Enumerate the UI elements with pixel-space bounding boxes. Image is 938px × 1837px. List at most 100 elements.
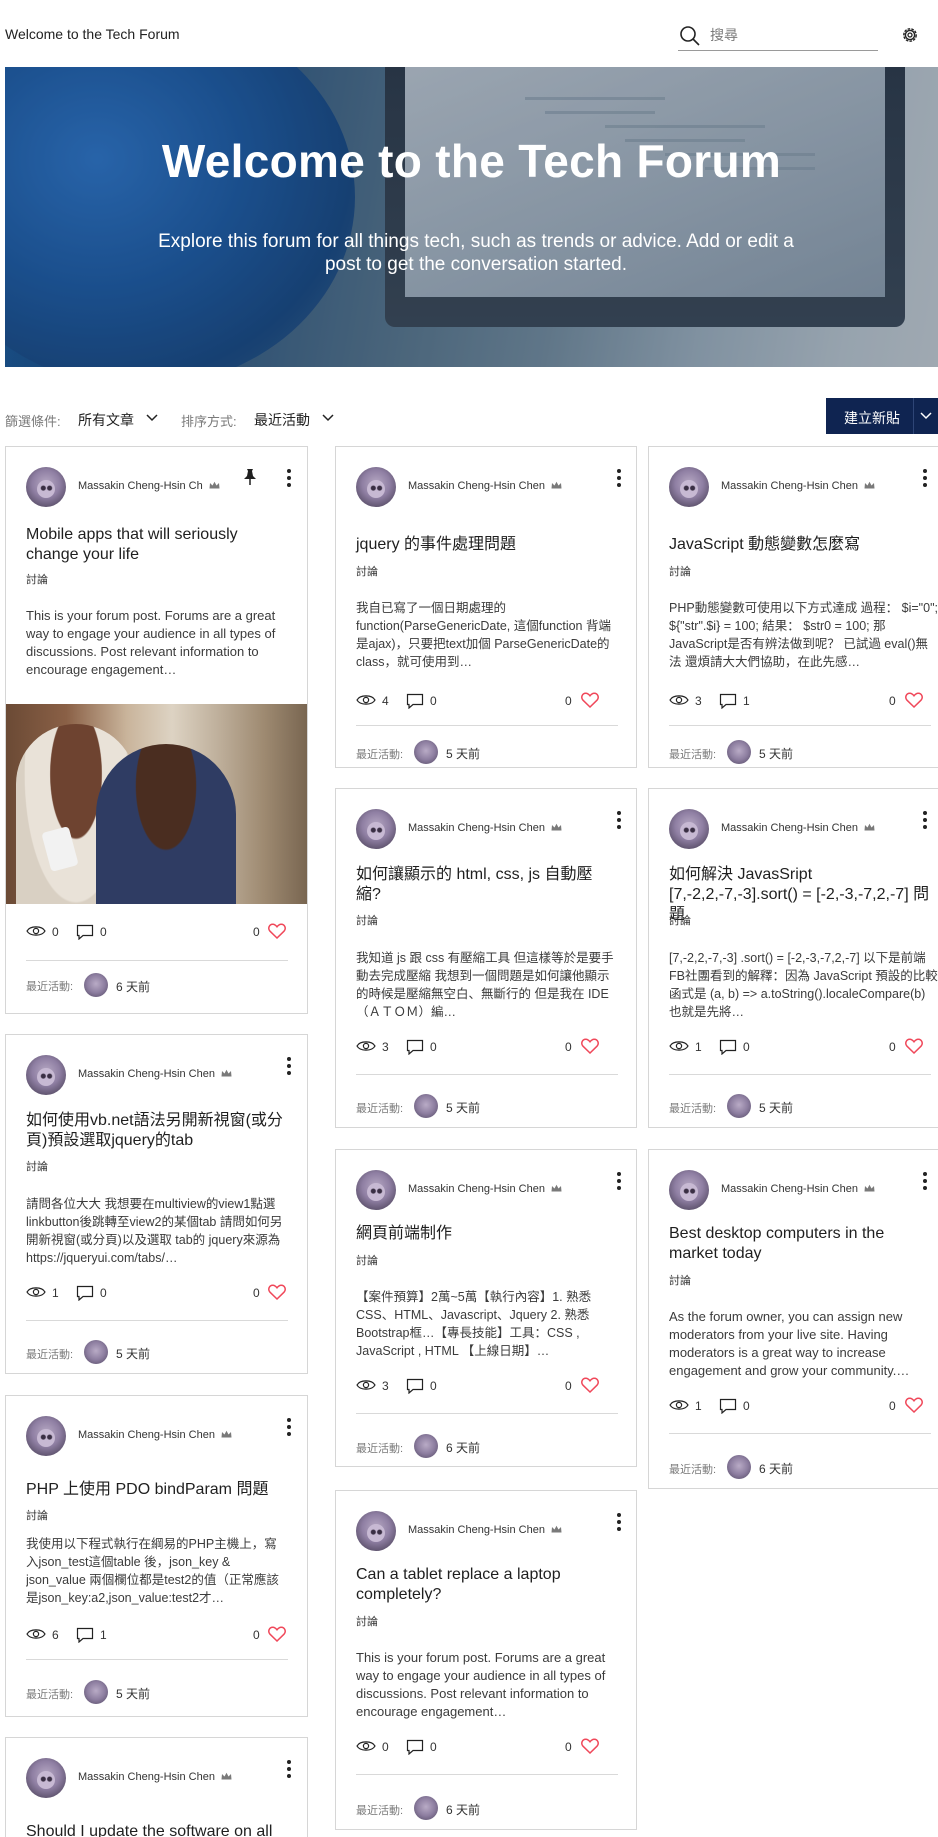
avatar[interactable]	[727, 1094, 751, 1118]
heart-icon[interactable]	[905, 692, 923, 708]
avatar[interactable]	[414, 740, 438, 764]
post-excerpt[interactable]: As the forum owner, you can assign new m…	[669, 1308, 931, 1380]
post-title[interactable]: 如何使用vb.net語法另開新視窗(或分頁)預設選取jquery的tab	[26, 1111, 288, 1151]
post-excerpt[interactable]: 【案件預算】2萬~5萬【執行內容】1. 熟悉 CSS、HTML、Javascri…	[356, 1288, 618, 1360]
more-options-icon[interactable]	[918, 1170, 932, 1192]
avatar[interactable]	[727, 740, 751, 764]
more-options-icon[interactable]	[282, 1758, 296, 1780]
more-options-icon[interactable]	[282, 1055, 296, 1077]
avatar[interactable]	[669, 1170, 709, 1210]
post-card[interactable]: Massakin Cheng-Hsin Chen 如何使用vb.net語法另開新…	[5, 1034, 308, 1374]
post-author[interactable]: Massakin Cheng-Hsin Chen	[408, 1524, 562, 1536]
recent-activity-time[interactable]: 5 天前	[116, 1345, 150, 1362]
post-title[interactable]: 如何讓顯示的 html, css, js 自動壓縮?	[356, 865, 606, 905]
post-image[interactable]	[6, 704, 307, 904]
avatar[interactable]	[356, 1170, 396, 1210]
post-card[interactable]: Massakin Cheng-Hsin Chen jquery 的事件處理問題 …	[335, 446, 637, 768]
heart-icon[interactable]	[905, 1397, 923, 1413]
author-name[interactable]: Massakin Cheng-Hsin Chen	[408, 480, 545, 492]
recent-activity-time[interactable]: 6 天前	[446, 1801, 480, 1818]
author-name[interactable]: Massakin Cheng-Hsin Chen	[78, 1429, 215, 1441]
post-author[interactable]: Massakin Cheng-Hsin Chen	[78, 1068, 232, 1080]
post-category[interactable]: 討論	[669, 563, 691, 579]
post-category[interactable]: 討論	[356, 1252, 378, 1268]
post-card[interactable]: Massakin Cheng-Hsin Chen 網頁前端制作 討論 【案件預算…	[335, 1149, 637, 1467]
post-author[interactable]: Massakin Cheng-Hsin Chen	[721, 1183, 875, 1195]
author-name[interactable]: Massakin Cheng-Hsin Chen	[78, 1068, 215, 1080]
more-options-icon[interactable]	[282, 1416, 296, 1438]
post-excerpt[interactable]: This is your forum post. Forums are a gr…	[356, 1649, 618, 1721]
filter-dropdown[interactable]: 所有文章	[78, 410, 134, 430]
avatar[interactable]	[26, 467, 66, 507]
post-category[interactable]: 討論	[669, 912, 691, 928]
post-excerpt[interactable]: 我知道 js 跟 css 有壓縮工具 但這樣等於是要手動去完成壓縮 我想到一個問…	[356, 949, 618, 1021]
avatar[interactable]	[727, 1455, 751, 1479]
heart-icon[interactable]	[581, 692, 599, 708]
avatar[interactable]	[26, 1055, 66, 1095]
post-excerpt[interactable]: 請問各位大大 我想要在multiview的view1點選linkbutton後跳…	[26, 1195, 288, 1267]
post-title[interactable]: 網頁前端制作	[356, 1224, 618, 1244]
avatar[interactable]	[414, 1094, 438, 1118]
more-options-icon[interactable]	[612, 809, 626, 831]
post-category[interactable]: 討論	[669, 1272, 691, 1288]
more-options-icon[interactable]	[282, 467, 296, 489]
recent-activity-time[interactable]: 6 天前	[116, 978, 150, 995]
author-name[interactable]: Massakin Cheng-Hsin Chen	[408, 822, 545, 834]
heart-icon[interactable]	[268, 923, 286, 939]
post-title[interactable]: Should I update the software on all	[26, 1822, 288, 1837]
heart-icon[interactable]	[581, 1038, 599, 1054]
post-excerpt[interactable]: 我自已寫了一個日期處理的 function(ParseGenericDate, …	[356, 599, 618, 671]
author-name[interactable]: Massakin Cheng-Hsin Chen	[721, 480, 858, 492]
author-name[interactable]: Massakin Cheng-Hsin Chen	[408, 1524, 545, 1536]
post-title[interactable]: jquery 的事件處理問題	[356, 535, 618, 555]
post-category[interactable]: 討論	[26, 1507, 48, 1523]
heart-icon[interactable]	[581, 1377, 599, 1393]
author-name[interactable]: Massakin Cheng-Hsin Chen	[721, 1183, 858, 1195]
avatar[interactable]	[26, 1416, 66, 1456]
recent-activity-time[interactable]: 6 天前	[759, 1460, 793, 1477]
post-excerpt[interactable]: PHP動態變數可使用以下方式達成 過程： $i="0"; ${"str".$i}…	[669, 599, 938, 671]
recent-activity-time[interactable]: 5 天前	[759, 745, 793, 762]
more-options-icon[interactable]	[918, 809, 932, 831]
post-author[interactable]: Massakin Cheng-Hsin Chen	[78, 1429, 232, 1441]
post-card[interactable]: Massakin Cheng-Hsin Chen 如何解決 JavasSript…	[648, 788, 938, 1128]
recent-activity-time[interactable]: 5 天前	[116, 1685, 150, 1702]
post-title[interactable]: Best desktop computers in the market tod…	[669, 1224, 909, 1264]
post-excerpt[interactable]: 我使用以下程式執行在綱易的PHP主機上，寫入json_test這個table 後…	[26, 1535, 288, 1607]
avatar[interactable]	[84, 1340, 108, 1364]
search-icon[interactable]	[678, 24, 702, 48]
chevron-down-icon[interactable]	[920, 412, 932, 420]
more-options-icon[interactable]	[612, 1511, 626, 1533]
post-category[interactable]: 討論	[26, 1158, 48, 1174]
post-title[interactable]: JavaScript 動態變數怎麼寫	[669, 535, 931, 555]
recent-activity-time[interactable]: 5 天前	[446, 1099, 480, 1116]
sort-dropdown[interactable]: 最近活動	[254, 410, 310, 430]
create-post-button[interactable]: 建立新貼	[826, 398, 938, 434]
post-excerpt[interactable]: This is your forum post. Forums are a gr…	[26, 607, 288, 679]
author-name[interactable]: Massakin Cheng-Hsin Ch	[78, 480, 203, 492]
post-excerpt[interactable]: [7,-2,2,-7,-3] .sort() = [-2,-3,-7,2,-7]…	[669, 949, 938, 1021]
post-title[interactable]: Can a tablet replace a laptop completely…	[356, 1565, 596, 1605]
post-author[interactable]: Massakin Cheng-Hsin Ch	[78, 480, 220, 492]
search-box[interactable]	[678, 20, 878, 51]
post-card[interactable]: Massakin Cheng-Hsin Chen Should I update…	[5, 1737, 308, 1837]
post-author[interactable]: Massakin Cheng-Hsin Chen	[408, 822, 562, 834]
avatar[interactable]	[669, 809, 709, 849]
post-card[interactable]: Massakin Cheng-Hsin Ch Mobile apps that …	[5, 446, 308, 1014]
post-title[interactable]: PHP 上使用 PDO bindParam 問題	[26, 1480, 288, 1500]
more-options-icon[interactable]	[612, 1170, 626, 1192]
heart-icon[interactable]	[581, 1738, 599, 1754]
avatar[interactable]	[669, 467, 709, 507]
post-category[interactable]: 討論	[26, 571, 48, 587]
more-options-icon[interactable]	[612, 467, 626, 489]
post-card[interactable]: Massakin Cheng-Hsin Chen JavaScript 動態變數…	[648, 446, 938, 768]
avatar[interactable]	[414, 1434, 438, 1458]
post-author[interactable]: Massakin Cheng-Hsin Chen	[721, 480, 875, 492]
recent-activity-time[interactable]: 5 天前	[759, 1099, 793, 1116]
more-options-icon[interactable]	[918, 467, 932, 489]
post-author[interactable]: Massakin Cheng-Hsin Chen	[408, 480, 562, 492]
post-category[interactable]: 討論	[356, 563, 378, 579]
avatar[interactable]	[356, 809, 396, 849]
avatar[interactable]	[414, 1796, 438, 1820]
post-card[interactable]: Massakin Cheng-Hsin Chen Can a tablet re…	[335, 1490, 637, 1830]
